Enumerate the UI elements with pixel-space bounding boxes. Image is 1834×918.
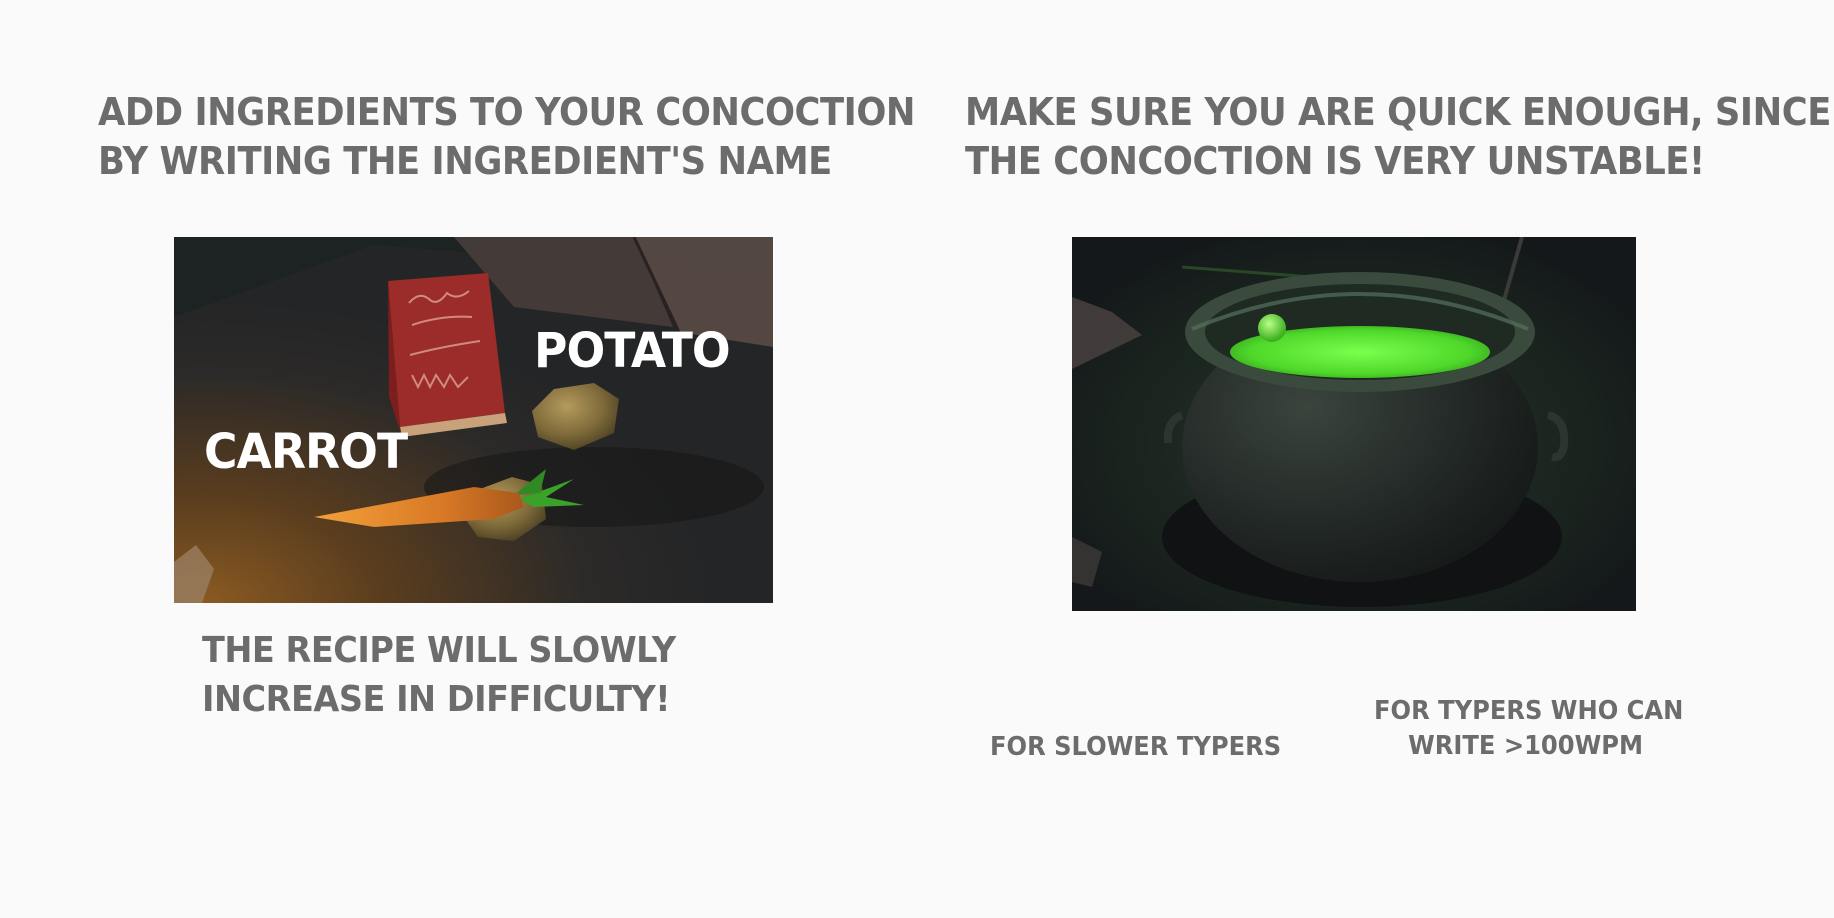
speed-heading-line-2: THE CONCOCTION IS VERY UNSTABLE! (965, 139, 1705, 183)
carrot-word-label: CARROT (204, 424, 408, 480)
slower-typers-caption: FOR SLOWER TYPERS (990, 730, 1282, 765)
speed-heading-line-1: MAKE SURE YOU ARE QUICK ENOUGH, SINCE (965, 90, 1831, 134)
instructions-page: ADD INGREDIENTS TO YOUR CONCOCTION BY WR… (0, 0, 1834, 918)
cauldron-scene-image (1072, 237, 1636, 611)
ingredients-heading-line-2: BY WRITING THE INGREDIENT'S NAME (98, 139, 832, 183)
ingredients-scene-art (174, 237, 773, 603)
recipe-note-line-1: THE RECIPE WILL SLOWLY (202, 630, 676, 671)
recipe-note-line-2: INCREASE IN DIFFICULTY! (202, 679, 671, 720)
fast-typers-line-1: FOR TYPERS WHO CAN (1374, 696, 1684, 726)
potato-word-label: POTATO (534, 323, 731, 379)
fast-typers-line-2: WRITE >100WPM (1408, 731, 1644, 761)
recipe-difficulty-note: THE RECIPE WILL SLOWLY INCREASE IN DIFFI… (202, 626, 676, 724)
fast-typers-caption: FOR TYPERS WHO CAN WRITE >100WPM (1374, 694, 1684, 764)
slower-typers-text: FOR SLOWER TYPERS (990, 732, 1282, 762)
ingredients-scene-image: POTATO CARROT (174, 237, 773, 603)
cauldron-scene-art (1072, 237, 1636, 611)
ingredients-heading-line-1: ADD INGREDIENTS TO YOUR CONCOCTION (98, 90, 916, 134)
ingredients-instruction-heading: ADD INGREDIENTS TO YOUR CONCOCTION BY WR… (98, 88, 916, 186)
speed-instruction-heading: MAKE SURE YOU ARE QUICK ENOUGH, SINCE TH… (965, 88, 1831, 186)
